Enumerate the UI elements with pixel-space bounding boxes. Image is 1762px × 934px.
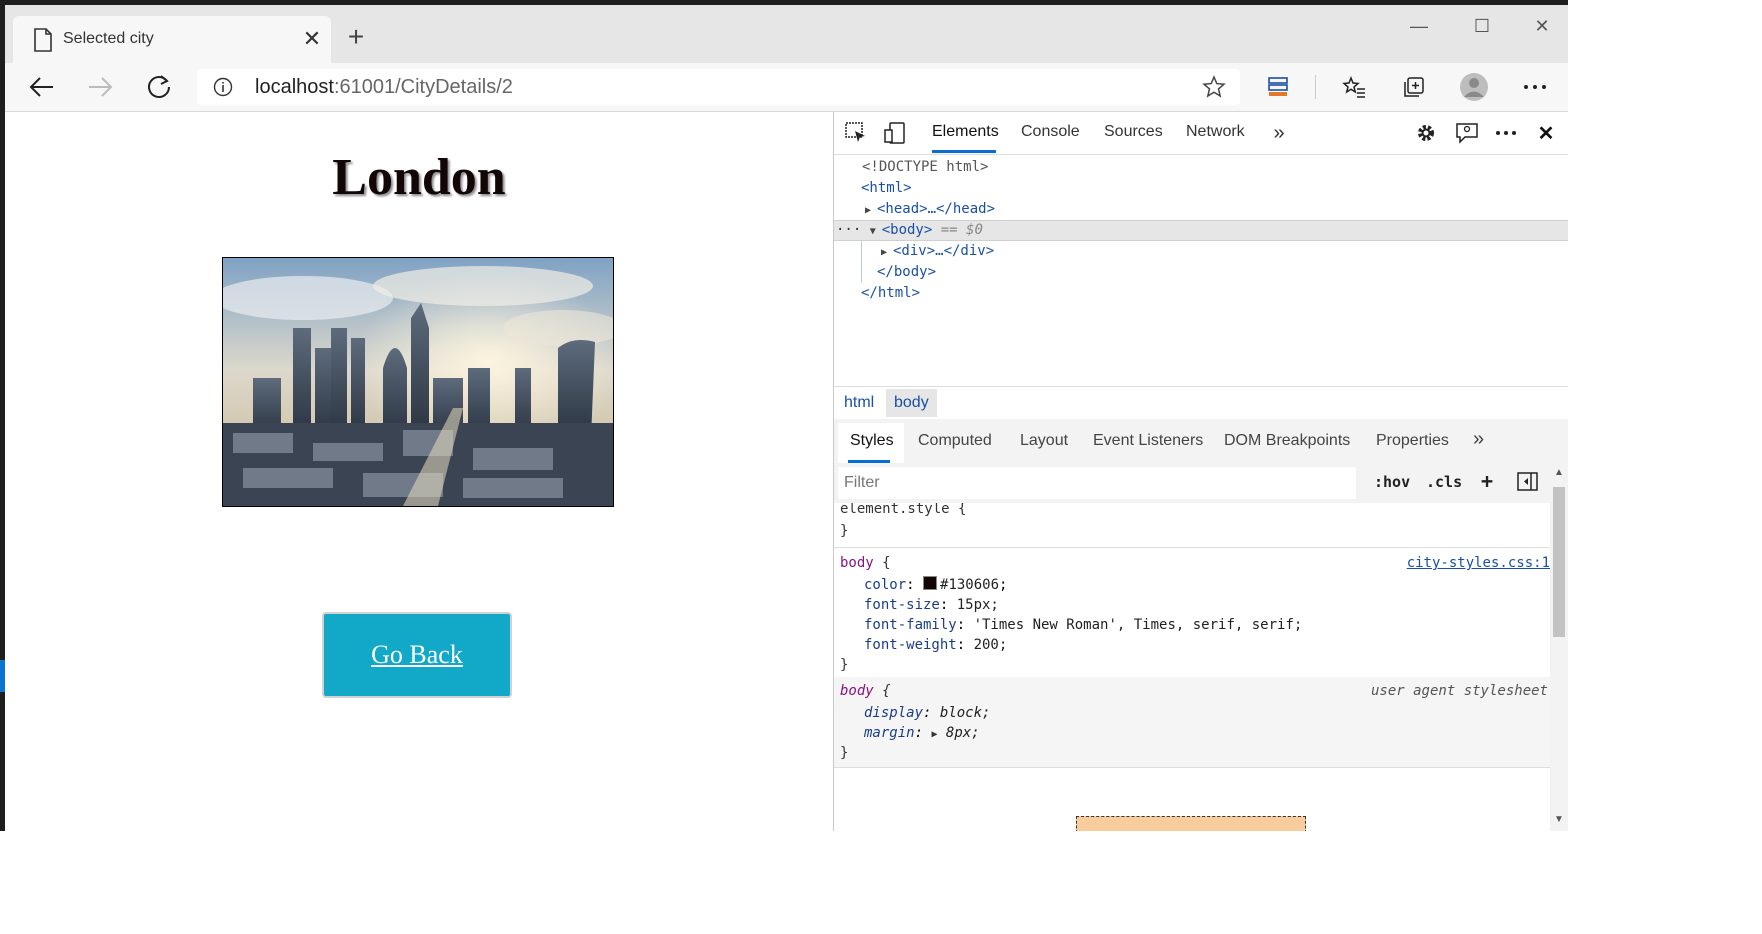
refresh-icon[interactable]	[142, 70, 176, 104]
ua-rule-selector[interactable]: body {	[840, 681, 891, 701]
more-tabs-chevron-icon[interactable]: »	[1267, 121, 1291, 145]
devtools-toolbar: Elements Console Sources Network » ✕	[834, 112, 1568, 155]
close-devtools-icon[interactable]: ✕	[1534, 121, 1558, 145]
tab-elements[interactable]: Elements	[932, 123, 999, 141]
tab-event-listeners[interactable]: Event Listeners	[1093, 432, 1203, 450]
body-rule-author: body { city-styles.css:1 color: #130606;…	[834, 547, 1550, 678]
rule-selector[interactable]: body {	[840, 553, 891, 573]
styles-pane: element.style { } body { city-styles.css…	[834, 503, 1550, 831]
maximize-icon[interactable]: ☐	[1460, 11, 1504, 41]
city-heading: London	[332, 149, 506, 206]
style-property-font-weight[interactable]: font-weight: 200;	[864, 635, 1007, 655]
dom-body-close[interactable]: </body>	[877, 262, 936, 283]
scroll-thumb[interactable]	[1553, 487, 1565, 637]
info-icon[interactable]	[213, 77, 233, 97]
toggle-sidebar-icon[interactable]	[1517, 472, 1539, 492]
city-image	[222, 257, 614, 507]
navigation-bar: localhost:61001/CityDetails/2	[5, 63, 1568, 112]
dom-head-node[interactable]: ▶ <head>…</head>	[865, 199, 995, 220]
toolbar-separator	[1315, 75, 1316, 99]
tab-computed[interactable]: Computed	[918, 432, 992, 450]
style-property-display[interactable]: display: block;	[864, 703, 990, 723]
minimize-icon[interactable]: —	[1397, 11, 1441, 41]
scroll-up-icon[interactable]: ▲	[1554, 467, 1564, 478]
tab-properties[interactable]: Properties	[1376, 432, 1449, 450]
devtools-panel: Elements Console Sources Network » ✕ <!D…	[833, 112, 1568, 831]
style-property-font-family[interactable]: font-family: 'Times New Roman', Times, s…	[864, 615, 1302, 635]
tree-guide-line	[861, 241, 862, 283]
dom-html-open[interactable]: <html>	[861, 178, 912, 199]
node-ellipsis-icon[interactable]: ···	[836, 222, 870, 238]
dom-body-node[interactable]: ··· ▼ <body> == $0	[836, 220, 983, 241]
color-swatch-icon[interactable]	[923, 576, 938, 590]
dom-div-node[interactable]: ▶ <div>…</div>	[881, 241, 994, 262]
body-rule-user-agent: body { user agent stylesheet display: bl…	[834, 677, 1550, 768]
dom-doctype[interactable]: <!DOCTYPE html>	[862, 157, 988, 178]
web-page: London Go Back	[5, 112, 833, 831]
more-subtabs-chevron-icon[interactable]: »	[1473, 428, 1484, 451]
styles-filter-bar: Filter :hov .cls +	[834, 463, 1568, 503]
tab-network[interactable]: Network	[1186, 123, 1245, 141]
styles-scrollbar[interactable]: ▲ ▼	[1550, 463, 1568, 831]
stylesheet-source-link[interactable]: city-styles.css:1	[1407, 553, 1550, 573]
new-tab-icon[interactable]: +	[342, 23, 370, 51]
page-icon	[34, 28, 52, 52]
more-options-icon[interactable]	[1518, 70, 1552, 104]
dom-html-close[interactable]: </html>	[861, 283, 920, 304]
browser-tab[interactable]: Selected city ✕	[13, 16, 331, 63]
tab-dom-breakpoints[interactable]: DOM Breakpoints	[1224, 432, 1350, 450]
tab-styles[interactable]: Styles	[850, 432, 894, 450]
breadcrumb: html body	[834, 386, 1568, 420]
element-style-selector[interactable]: element.style {	[840, 503, 966, 519]
go-back-link[interactable]: Go Back	[371, 640, 463, 670]
style-property-margin[interactable]: margin: ▶ 8px;	[864, 723, 980, 743]
favorites-icon[interactable]	[1337, 70, 1371, 104]
close-tab-icon[interactable]: ✕	[299, 26, 325, 52]
devtools-more-icon[interactable]	[1494, 121, 1518, 145]
url-text: localhost:61001/CityDetails/2	[255, 76, 513, 98]
new-style-rule-icon[interactable]: +	[1481, 469, 1493, 493]
feedback-icon[interactable]	[1455, 121, 1479, 145]
rule-close-brace: }	[840, 657, 849, 673]
collections-stack-icon[interactable]	[1261, 70, 1295, 104]
favorite-star-icon[interactable]	[1202, 75, 1226, 99]
tab-title: Selected city	[63, 30, 154, 47]
tab-layout[interactable]: Layout	[1020, 432, 1068, 450]
styles-subtabs: Styles Computed Layout Event Listeners D…	[834, 419, 1568, 463]
rule-close-brace: }	[840, 523, 849, 539]
tab-sources[interactable]: Sources	[1104, 123, 1163, 141]
rule-close-brace: }	[840, 745, 849, 761]
tab-strip: Selected city ✕ + — ☐ ✕	[5, 5, 1568, 63]
browser-window: Selected city ✕ + — ☐ ✕ localhost:61001/…	[5, 5, 1568, 831]
breadcrumb-body[interactable]: body	[886, 389, 937, 417]
scroll-down-icon[interactable]: ▼	[1554, 814, 1564, 825]
forward-arrow-icon[interactable]	[83, 70, 117, 104]
collapse-triangle-icon[interactable]: ▼	[870, 221, 882, 242]
box-model-diagram	[1076, 816, 1306, 831]
hover-state-toggle[interactable]: :hov	[1374, 473, 1410, 491]
user-agent-stylesheet-label: user agent stylesheet	[1370, 683, 1548, 699]
active-tab-indicator	[932, 150, 996, 153]
tab-console[interactable]: Console	[1021, 123, 1080, 141]
expand-shorthand-icon[interactable]: ▶	[931, 729, 937, 740]
profile-avatar-icon[interactable]	[1457, 70, 1491, 104]
window-close-icon[interactable]: ✕	[1520, 11, 1564, 41]
dom-tree: <!DOCTYPE html> <html> ▶ <head>…</head> ·…	[834, 155, 1568, 383]
style-property-color[interactable]: color: #130606;	[864, 575, 1007, 595]
expand-triangle-icon[interactable]: ▶	[865, 200, 877, 221]
breadcrumb-html[interactable]: html	[844, 394, 874, 412]
collections-icon[interactable]	[1397, 70, 1431, 104]
style-property-font-size[interactable]: font-size: 15px;	[864, 595, 999, 615]
go-back-button[interactable]: Go Back	[322, 612, 512, 698]
back-arrow-icon[interactable]	[25, 70, 59, 104]
class-toggle[interactable]: .cls	[1426, 473, 1462, 491]
element-style-rule: element.style { }	[834, 503, 1550, 548]
settings-gear-icon[interactable]	[1414, 121, 1438, 145]
styles-filter-input[interactable]: Filter	[838, 467, 1356, 499]
device-toolbar-icon[interactable]	[883, 121, 907, 145]
inspect-element-icon[interactable]	[844, 121, 868, 145]
expand-triangle-icon[interactable]: ▶	[881, 242, 893, 263]
address-bar[interactable]: localhost:61001/CityDetails/2	[197, 69, 1240, 105]
